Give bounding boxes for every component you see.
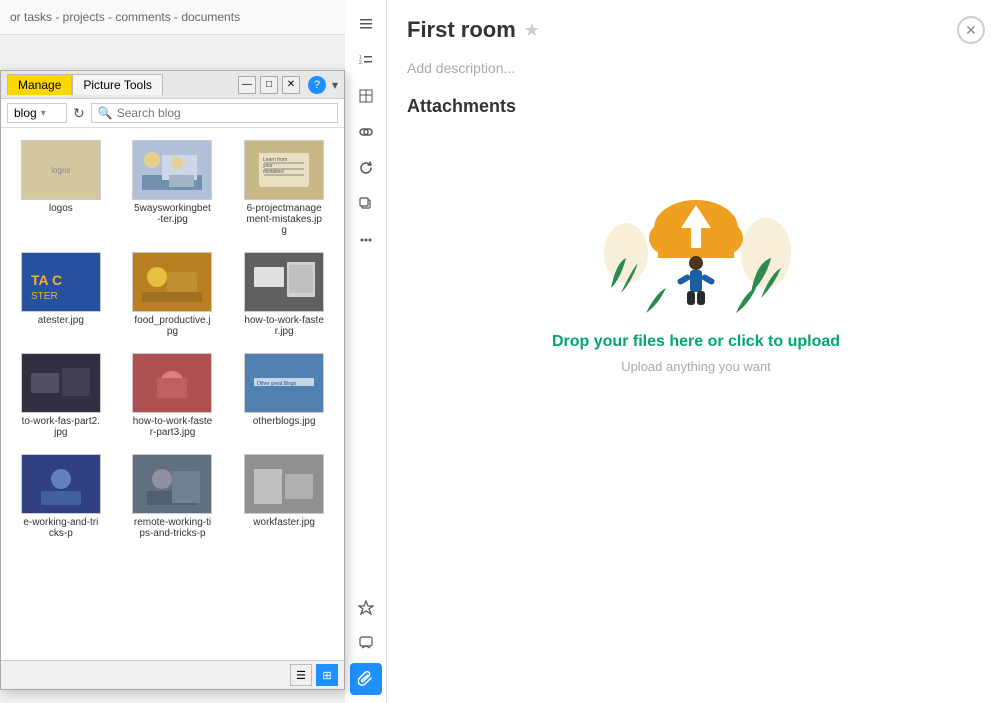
list-item[interactable]: Learn fromyourmistakes! 6-projectmanagem… [232, 136, 336, 240]
file-label: to-work-fas-part2.jpg [21, 416, 101, 438]
room-header: First room ★ ✕ [407, 16, 985, 44]
grid-view-button[interactable]: ⊞ [316, 664, 338, 686]
list-item[interactable]: remote-working-tips-and-tricks-p [121, 450, 225, 543]
attachment-toolbar-button[interactable] [350, 663, 382, 695]
file-label: otherblogs.jpg [253, 416, 316, 427]
star-icon[interactable]: ★ [524, 20, 540, 41]
file-label: workfaster.jpg [253, 517, 315, 528]
search-box: 🔍 [91, 103, 338, 123]
file-manager-window: Manage Picture Tools — □ ✕ ? ▾ blog ▾ ↻ … [0, 70, 345, 690]
close-button[interactable]: ✕ [957, 16, 985, 44]
list-item[interactable]: to-work-fas-part2.jpg [9, 349, 113, 442]
list-item[interactable]: food_productive.jpg [121, 248, 225, 341]
dropdown-arrow-icon: ▾ [332, 78, 338, 92]
drop-text[interactable]: Drop your files here or click to upload [552, 333, 840, 351]
attachments-title: Attachments [407, 96, 985, 117]
file-label: e-working-and-tricks-p [21, 517, 101, 539]
file-label: how-to-work-faster.jpg [244, 315, 324, 337]
location-selector[interactable]: blog ▾ [7, 103, 67, 123]
maximize-button[interactable]: □ [260, 76, 278, 94]
list-item[interactable]: how-to-work-faster.jpg [232, 248, 336, 341]
list-item[interactable]: how-to-work-faster-part3.jpg [121, 349, 225, 442]
svg-text:STER: STER [31, 291, 58, 302]
fm-tabs: Manage Picture Tools [7, 74, 163, 95]
ordered-list-toolbar-button[interactable]: 1.2. [350, 44, 382, 76]
minimize-button[interactable]: — [238, 76, 256, 94]
list-item[interactable]: e-working-and-tricks-p [9, 450, 113, 543]
link-toolbar-button[interactable] [350, 116, 382, 148]
close-window-button[interactable]: ✕ [282, 76, 300, 94]
table-toolbar-button[interactable] [350, 80, 382, 112]
list-view-button[interactable]: ☰ [290, 664, 312, 686]
file-grid-area: logos logos 5waysworkingbet-ter.jpg Lear… [1, 128, 344, 616]
more-toolbar-button[interactable] [350, 224, 382, 256]
fm-navbar: blog ▾ ↻ 🔍 [1, 99, 344, 128]
file-label: logos [49, 203, 73, 214]
room-title: First room [407, 17, 516, 43]
file-grid: logos logos 5waysworkingbet-ter.jpg Lear… [9, 136, 336, 543]
list-toolbar-button[interactable] [350, 8, 382, 40]
upload-illustration [596, 173, 796, 333]
room-title-row: First room ★ [407, 17, 540, 43]
list-item[interactable]: logos logos [9, 136, 113, 240]
vertical-toolbar: 1.2. [345, 0, 387, 703]
fm-statusbar: ☰ ⊞ [1, 660, 344, 689]
list-item[interactable]: Other great Blogs otherblogs.jpg [232, 349, 336, 442]
help-button[interactable]: ? [308, 76, 326, 94]
svg-text:mistakes!: mistakes! [263, 169, 284, 175]
tab-picture-tools[interactable]: Picture Tools [72, 74, 162, 95]
svg-text:2.: 2. [359, 60, 363, 66]
refresh-button[interactable]: ↻ [73, 105, 85, 122]
window-controls: — □ ✕ [238, 76, 300, 94]
list-item[interactable]: TA C STER atester.jpg [9, 248, 113, 341]
drop-subtext: Upload anything you want [621, 359, 771, 374]
background-nav: or tasks - projects - comments - documen… [0, 0, 345, 35]
svg-text:Other great Blogs: Other great Blogs [257, 381, 297, 387]
add-description[interactable]: Add description... [407, 60, 985, 76]
file-label: 6-projectmanagement-mistakes.jpg [244, 203, 324, 236]
file-label: remote-working-tips-and-tricks-p [132, 517, 212, 539]
search-input[interactable] [117, 106, 331, 120]
location-value: blog [14, 106, 37, 120]
copy-toolbar-button[interactable] [350, 188, 382, 220]
file-label: how-to-work-faster-part3.jpg [132, 416, 212, 438]
close-icon: ✕ [965, 22, 977, 39]
svg-text:TA C: TA C [31, 272, 62, 288]
fm-title-bar: Manage Picture Tools — □ ✕ ? ▾ [1, 71, 344, 99]
file-label: atester.jpg [38, 315, 84, 326]
comment-toolbar-button[interactable] [350, 627, 382, 659]
refresh-toolbar-button[interactable] [350, 152, 382, 184]
file-label: food_productive.jpg [132, 315, 212, 337]
main-content: First room ★ ✕ Add description... Attach… [387, 0, 1005, 703]
location-dropdown-icon: ▾ [41, 108, 46, 119]
file-label: 5waysworkingbet-ter.jpg [132, 203, 212, 225]
drop-zone[interactable]: Drop your files here or click to upload … [407, 133, 985, 414]
list-item[interactable]: 5waysworkingbet-ter.jpg [121, 136, 225, 240]
list-item[interactable]: workfaster.jpg [232, 450, 336, 543]
tab-manage[interactable]: Manage [7, 74, 72, 95]
quick-toolbar-button[interactable] [350, 591, 382, 623]
search-icon: 🔍 [98, 106, 113, 120]
